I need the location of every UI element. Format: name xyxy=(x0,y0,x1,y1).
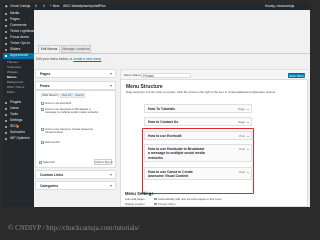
settings-icon xyxy=(5,119,8,122)
menu-name-label: Menu Name xyxy=(124,73,141,77)
sidebar-item-focus-areas[interactable]: Focus Areas xyxy=(3,35,34,41)
custom-links-arrow-icon xyxy=(110,174,112,176)
sidebar-item-comments[interactable]: Comments xyxy=(3,23,34,29)
display-location-label: Display location xyxy=(125,202,145,206)
lightbox-icon xyxy=(5,30,8,33)
post-checkbox-canva[interactable] xyxy=(41,128,44,131)
add-to-menu-button[interactable]: Add to Menu xyxy=(94,159,113,165)
primary-menu-text: Primary Menu xyxy=(158,202,176,206)
categories-arrow-icon xyxy=(110,185,112,187)
target-icon xyxy=(5,36,8,39)
select-all-checkbox[interactable] xyxy=(39,161,42,164)
posts-tab-view-all[interactable]: View All xyxy=(60,93,73,98)
menu-settings-title: Menu Settings xyxy=(125,191,154,196)
sidebar-item-thrive-optin[interactable]: Thrive Opt-In xyxy=(3,41,34,47)
site-title-link[interactable]: Chuck Cartuja xyxy=(10,3,30,10)
posts-panel-title: Posts xyxy=(40,84,50,88)
wordpress-logo-icon[interactable]: ◉ xyxy=(5,3,8,10)
sidebar-item-appearance[interactable]: Appearance xyxy=(3,53,34,59)
pages-icon xyxy=(5,18,8,21)
menu-item-type: Page xyxy=(238,107,245,111)
save-menu-button-top[interactable]: Save Menu xyxy=(288,72,305,78)
wrench-icon xyxy=(5,113,8,116)
highlight-box xyxy=(142,128,254,194)
main-content: Edit Menus Manage Locations Edit your me… xyxy=(34,10,310,207)
image-credit: © CNDIVP / http://chuckcartuja.com/tutor… xyxy=(8,224,140,232)
posts-panel-arrow-icon xyxy=(110,85,112,87)
admin-sidebar: Media Pages Comments Thrive Lightboxes F… xyxy=(3,10,37,207)
expand-arrow-icon[interactable] xyxy=(247,108,249,110)
media-icon xyxy=(5,12,8,15)
sidebar-item-pages[interactable]: Pages xyxy=(3,17,34,23)
menu-structure-hint: Drag each item into the order you prefer… xyxy=(126,90,276,94)
comments-icon xyxy=(5,24,8,27)
post-label-hello-world: Hello world! xyxy=(45,139,60,144)
categories-panel-header[interactable]: Categories xyxy=(35,181,116,190)
sidebar-item-plugins[interactable]: Plugins xyxy=(3,100,34,106)
plug-icon xyxy=(5,101,8,104)
menu-name-input[interactable]: Primary xyxy=(141,72,191,78)
tab-divider xyxy=(34,52,310,53)
post-label-hootsuite: How to use Hootsuite to Broadcast a mess… xyxy=(45,106,99,114)
updates-count[interactable]: 3 xyxy=(35,3,37,10)
screenshot-frame: ◉ Chuck Cartuja 3 0 + New WGC Marketplac… xyxy=(3,3,310,207)
brush-icon xyxy=(5,54,8,57)
post-checkbox-hootsuite[interactable] xyxy=(41,108,44,111)
menu-item-how-to-contact-us[interactable]: How to Contact Us Page xyxy=(144,117,252,126)
primary-menu-checkbox[interactable] xyxy=(154,202,157,206)
theme-menu-link[interactable]: WGC Marketplace xyxy=(63,3,89,10)
auto-add-checkbox[interactable] xyxy=(154,197,157,201)
sidebar-item-users[interactable]: Users xyxy=(3,106,34,112)
expand-arrow-icon[interactable] xyxy=(247,121,249,123)
seo-icon xyxy=(5,125,8,128)
sidebar-item-seo[interactable]: SEO 1 xyxy=(3,124,34,130)
new-content-link[interactable]: + New xyxy=(50,3,59,10)
sidebar-item-tools[interactable]: Tools xyxy=(3,112,34,118)
menu-item-title: How To Tutorials xyxy=(148,107,175,111)
auto-add-label: Auto add pages xyxy=(125,197,145,201)
categories-panel-title: Categories xyxy=(40,184,59,188)
users-icon xyxy=(5,107,8,110)
custom-links-panel-title: Custom Links xyxy=(40,173,64,177)
menu-item-how-to-tutorials[interactable]: How To Tutorials Page xyxy=(144,104,252,113)
menu-item-title: How to Contact Us xyxy=(148,120,179,124)
edit-menu-hint-text: Edit your menu below, or xyxy=(36,57,73,61)
post-label-everbuilt: How to Use Everbuilt xyxy=(45,100,72,105)
posts-tab-search[interactable]: Search xyxy=(74,93,85,98)
create-new-menu-link[interactable]: create a new menu xyxy=(73,57,101,61)
pages-panel-title: Pages xyxy=(40,72,51,76)
post-checkbox-hello-world[interactable] xyxy=(41,141,44,144)
sidebar-item-sliders[interactable]: Sliders xyxy=(3,47,34,53)
sidebar-subitem-editor[interactable]: Editor xyxy=(3,90,34,96)
comments-count[interactable]: 0 xyxy=(43,3,45,10)
sidebar-item-settings[interactable]: Settings xyxy=(3,118,34,124)
post-label-canva: How to use Canva to Create Awesome Visua… xyxy=(45,126,93,134)
optin-icon xyxy=(5,42,8,45)
custom-links-panel-header[interactable]: Custom Links xyxy=(35,170,116,179)
posts-panel-header[interactable]: Posts xyxy=(35,81,116,90)
admin-bar: ◉ Chuck Cartuja 3 0 + New WGC Marketplac… xyxy=(3,3,310,10)
sidebar-item-wp-optimize[interactable]: WP Optimize xyxy=(3,136,34,142)
plugin-menu-link[interactable]: UpdraftPlus xyxy=(89,3,106,10)
select-all-label: Select All xyxy=(43,159,55,164)
edit-menu-hint: Edit your menu below, or create a new me… xyxy=(36,57,103,61)
posts-tab-most-recent[interactable]: Most Recent xyxy=(41,93,59,98)
sidebar-item-media[interactable]: Media xyxy=(3,11,34,17)
account-menu[interactable]: Howdy, chuckcartuja xyxy=(265,3,294,10)
subscribe-icon xyxy=(5,131,8,134)
pages-panel-header[interactable]: Pages xyxy=(35,69,116,78)
auto-add-text: Automatically add new top-level pages to… xyxy=(158,197,222,201)
sidebar-item-thrive-lightboxes[interactable]: Thrive Lightboxes xyxy=(3,29,37,35)
sidebar-item-subscribe[interactable]: Subscribe xyxy=(3,130,34,136)
menu-item-type: Page xyxy=(238,120,245,124)
post-checkbox-everbuilt[interactable] xyxy=(41,102,44,105)
pages-panel-arrow-icon xyxy=(110,73,112,75)
optimize-icon xyxy=(5,137,8,140)
slider-icon xyxy=(5,48,8,51)
posts-panel-body: Most Recent View All Search How to Use E… xyxy=(35,90,116,168)
seo-count-badge: 1 xyxy=(16,125,20,129)
